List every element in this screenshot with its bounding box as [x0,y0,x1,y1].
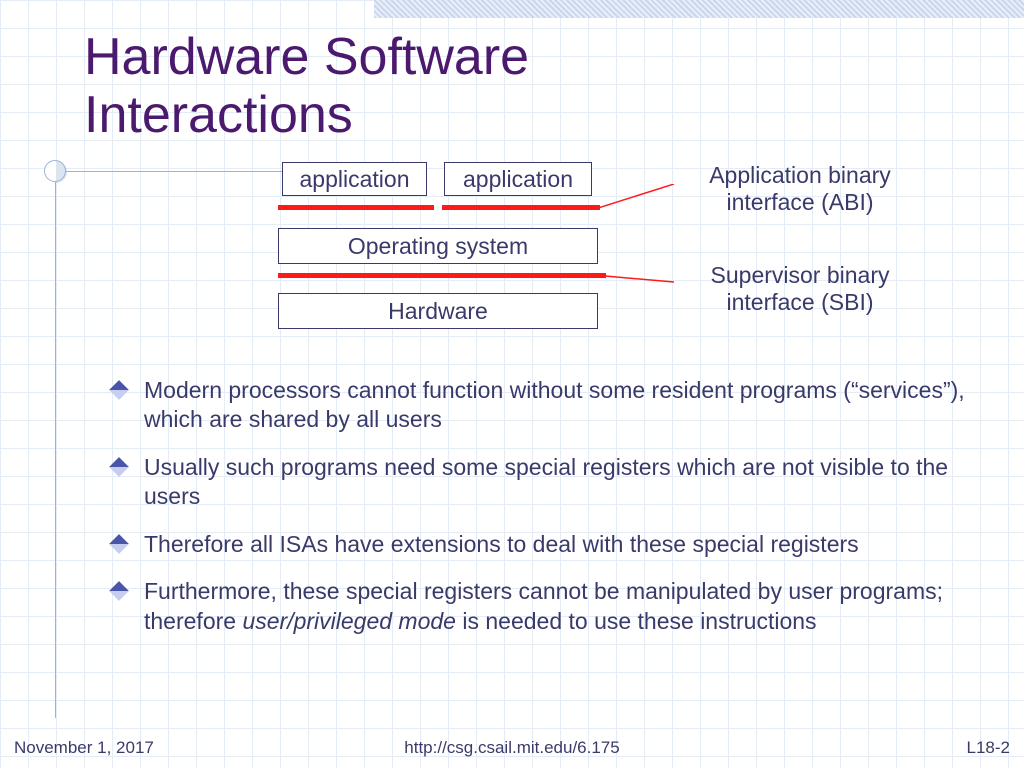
abi-line-1 [278,205,434,210]
decorative-top-band [374,0,1024,18]
bullet-text: Therefore all ISAs have extensions to de… [144,531,859,557]
bullet-icon [109,581,129,601]
bullet-text: Usually such programs need some special … [144,454,948,509]
slide-title: Hardware Software Interactions [84,28,529,144]
bullet-icon [109,457,129,477]
sbi-callout-line [605,272,674,284]
decorative-horizontal-rule [66,171,282,172]
bullet-item: Therefore all ISAs have extensions to de… [112,530,972,559]
bullet-icon [109,380,129,400]
bullet-item: Usually such programs need some special … [112,453,972,512]
abi-label: Application binary interface (ABI) [670,162,930,216]
layer-diagram: application application Operating system… [282,162,972,362]
sbi-label: Supervisor binary interface (SBI) [670,262,930,316]
diagram-box-hardware: Hardware [278,293,598,329]
diagram-box-os: Operating system [278,228,598,264]
bullet-text-post: is needed to use these instructions [456,608,817,634]
bullet-text-em: user/privileged mode [242,608,456,634]
bullet-icon [109,534,129,554]
sbi-line [278,273,606,278]
footer-page: L18-2 [967,738,1010,758]
decorative-circle-icon [44,160,66,182]
bullet-text: Modern processors cannot function withou… [144,377,965,432]
footer-url: http://csg.csail.mit.edu/6.175 [0,738,1024,758]
title-line-2: Interactions [84,86,353,144]
title-line-1: Hardware Software [84,28,529,86]
bullet-item: Furthermore, these special registers can… [112,577,972,636]
bullet-item: Modern processors cannot function withou… [112,376,972,435]
abi-callout-line [598,184,674,214]
abi-line-2 [442,205,600,210]
decorative-vertical-rule [55,182,56,718]
diagram-box-application-1: application [282,162,427,196]
bullet-list: Modern processors cannot function withou… [112,376,972,654]
diagram-box-application-2: application [444,162,592,196]
